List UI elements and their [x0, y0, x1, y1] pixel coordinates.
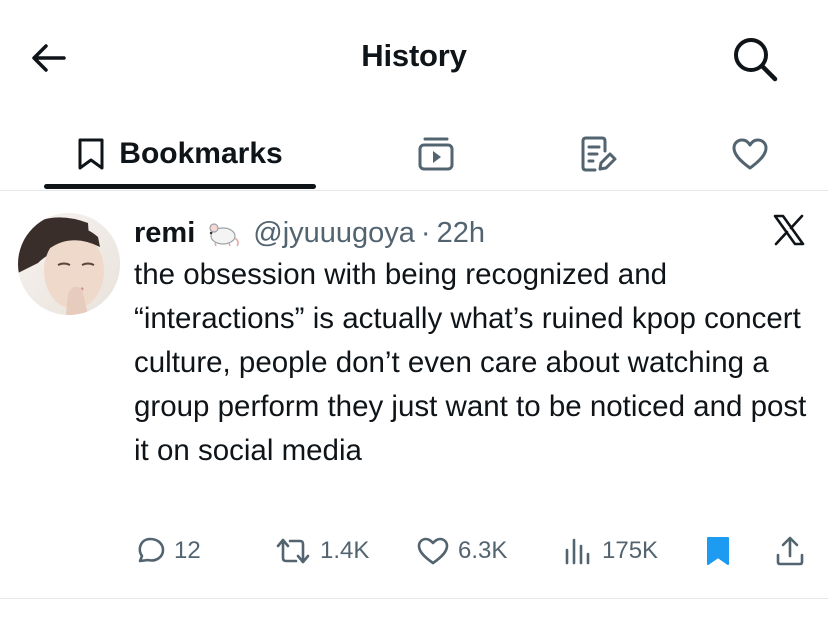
bookmark-filled-icon	[707, 537, 729, 565]
views-count: 175K	[602, 537, 659, 564]
like-button[interactable]: 6.3K	[416, 531, 507, 571]
post-divider	[0, 598, 828, 599]
heart-icon	[732, 138, 768, 170]
search-icon	[734, 38, 778, 82]
meta-separator: ·	[420, 216, 431, 249]
tab-bookmarks[interactable]: Bookmarks	[44, 118, 316, 190]
post-card[interactable]: remi @jyuuugoya · 22h the obsession with…	[0, 191, 828, 599]
top-bar: History	[0, 0, 828, 118]
reply-icon	[138, 537, 165, 563]
bookmark-button[interactable]	[704, 531, 740, 571]
search-button[interactable]	[730, 34, 780, 84]
like-count: 6.3K	[458, 537, 508, 564]
heart-outline-icon	[417, 537, 449, 565]
tab-bar: Bookmarks	[0, 118, 828, 190]
avatar-image	[18, 213, 120, 315]
repost-button[interactable]: 1.4K	[274, 531, 369, 571]
page-title: History	[361, 38, 467, 73]
avatar[interactable]	[18, 213, 120, 315]
notes-icon	[581, 136, 617, 172]
repost-count: 1.4K	[320, 537, 370, 564]
repost-icon	[276, 538, 310, 564]
tab-likes[interactable]	[722, 118, 778, 190]
media-icon	[418, 137, 454, 171]
x-logo-icon	[772, 213, 806, 247]
author-name[interactable]: remi	[134, 217, 195, 250]
rat-emoji-icon	[209, 223, 240, 247]
post-text: the obsession with being recognized and …	[134, 258, 807, 467]
bookmark-icon	[78, 138, 104, 170]
active-tab-indicator	[44, 184, 316, 189]
author-handle[interactable]: @jyuuugoya	[253, 217, 415, 250]
reply-button[interactable]: 12	[134, 531, 201, 571]
action-bar: 12 1.4K 6.3K 175K	[134, 531, 814, 571]
share-icon	[776, 536, 804, 566]
views-button[interactable]: 175K	[562, 531, 658, 571]
tab-notes[interactable]	[570, 118, 626, 190]
tab-media[interactable]	[408, 118, 464, 190]
reply-count: 12	[174, 537, 201, 564]
share-button[interactable]	[774, 531, 814, 571]
post-time[interactable]: 22h	[437, 217, 485, 250]
tab-bookmarks-label: Bookmarks	[119, 137, 283, 170]
post-header: remi @jyuuugoya · 22h	[134, 213, 485, 253]
views-icon	[565, 538, 590, 565]
